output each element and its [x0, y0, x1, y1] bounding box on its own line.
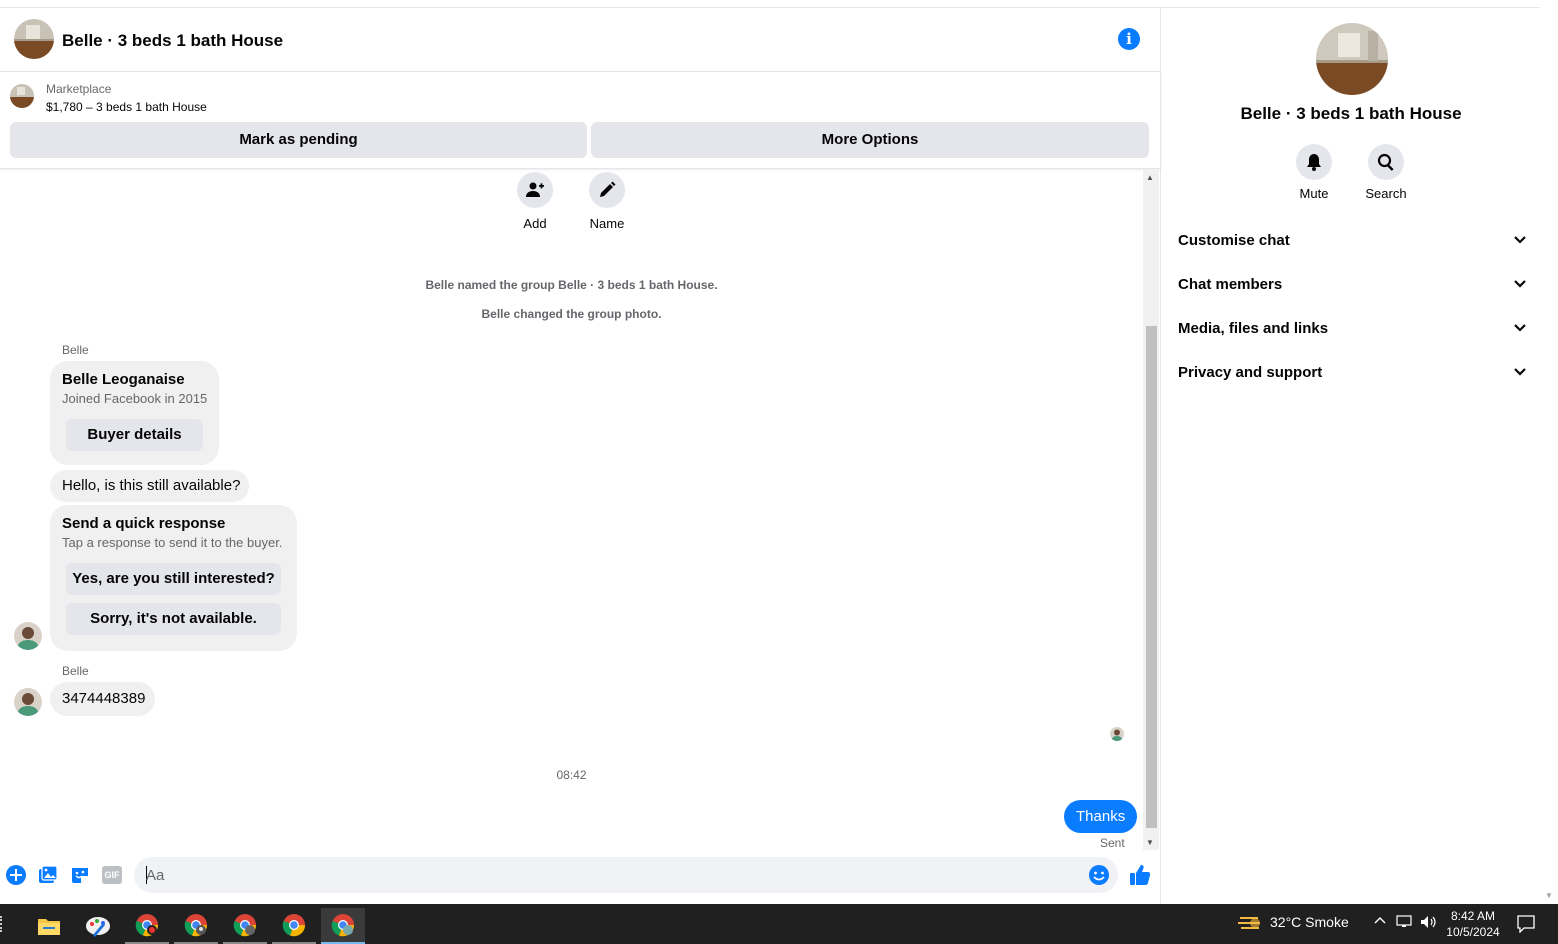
chrome-profile-2-icon[interactable]	[174, 908, 218, 944]
message-placeholder: Aa	[146, 867, 165, 884]
quick-reply-interested-button[interactable]: Yes, are you still interested?	[66, 563, 281, 595]
quick-response-card: Send a quick response Tap a response to …	[50, 505, 297, 651]
sent-message-bubble: Thanks	[1064, 800, 1138, 833]
scroll-thumb[interactable]	[1146, 326, 1157, 828]
pencil-icon	[589, 172, 625, 208]
chevron-down-icon	[1514, 368, 1526, 376]
listing-thumbnail[interactable]	[10, 84, 34, 108]
name-label: Name	[589, 216, 625, 231]
mark-as-pending-button[interactable]: Mark as pending	[10, 122, 587, 158]
sender-name: Belle	[62, 343, 89, 357]
message-text: Hello, is this still available?	[62, 477, 241, 494]
system-message: Belle changed the group photo.	[481, 307, 662, 321]
chevron-down-icon	[1514, 280, 1526, 288]
system-clock[interactable]: 8:42 AM 10/5/2024	[1440, 908, 1506, 940]
message-timestamp: 08:42	[556, 768, 587, 782]
message-scrollbar[interactable]: ▲ ▼	[1143, 170, 1159, 850]
message-bubble: Hello, is this still available?	[50, 470, 249, 502]
chrome-icon[interactable]	[272, 908, 316, 944]
message-bubble: 3474448389	[50, 682, 155, 716]
group-photo[interactable]	[1316, 23, 1388, 95]
more-options-button[interactable]: More Options	[591, 122, 1149, 158]
start-button[interactable]	[0, 916, 4, 932]
mute-action[interactable]: Mute	[1284, 144, 1344, 201]
sticker-icon[interactable]	[69, 864, 91, 886]
listing-title[interactable]: $1,780 – 3 beds 1 bath House	[46, 100, 207, 114]
search-action[interactable]: Search	[1356, 144, 1416, 201]
browser-top-strip	[0, 0, 1540, 8]
weather-icon[interactable]	[1238, 914, 1262, 939]
mute-label: Mute	[1299, 186, 1329, 201]
buyer-name: Belle Leoganaise	[62, 371, 185, 388]
customise-chat-section[interactable]: Customise chat	[1178, 220, 1528, 260]
emoji-icon[interactable]	[1088, 864, 1110, 891]
quick-response-subtitle: Tap a response to send it to the buyer.	[62, 535, 283, 550]
buyer-details-button[interactable]: Buyer details	[66, 419, 203, 451]
add-person-icon	[517, 172, 553, 208]
group-avatar[interactable]	[14, 19, 54, 59]
search-icon	[1368, 144, 1404, 180]
bell-icon	[1296, 144, 1332, 180]
network-icon[interactable]	[1396, 915, 1412, 932]
chevron-down-icon	[1514, 236, 1526, 244]
search-label: Search	[1365, 186, 1407, 201]
system-message: Belle named the group Belle · 3 beds 1 b…	[425, 278, 718, 292]
chat-panel: Belle · 3 beds 1 bath House i Marketplac…	[0, 8, 1161, 904]
section-title: Privacy and support	[1178, 364, 1323, 381]
sender-name: Belle	[62, 664, 89, 678]
quick-reply-unavailable-button[interactable]: Sorry, it's not available.	[66, 603, 281, 635]
chat-details-panel: Belle · 3 beds 1 bath House Mute Search …	[1162, 8, 1540, 904]
photo-icon[interactable]	[37, 864, 59, 886]
notifications-icon[interactable]	[1517, 915, 1535, 936]
marketplace-label: Marketplace	[46, 82, 112, 96]
page-scrollbar[interactable]: ▼	[1540, 0, 1558, 904]
privacy-support-section[interactable]: Privacy and support	[1178, 352, 1528, 392]
read-receipt-avatar	[1110, 727, 1124, 741]
media-files-links-section[interactable]: Media, files and links	[1178, 308, 1528, 348]
sender-avatar[interactable]	[14, 622, 42, 650]
message-list: Add Name Belle named the group Belle · 3…	[0, 170, 1143, 850]
chat-header: Belle · 3 beds 1 bath House i	[0, 8, 1161, 72]
section-title: Media, files and links	[1178, 320, 1329, 337]
chevron-up-icon[interactable]	[1374, 915, 1386, 930]
clock-date: 10/5/2024	[1446, 925, 1500, 939]
side-chat-title: Belle · 3 beds 1 bath House	[1240, 104, 1462, 123]
gif-icon[interactable]: GIF	[101, 864, 123, 886]
gif-label: GIF	[102, 866, 122, 884]
sent-status: Sent	[1100, 836, 1125, 850]
section-title: Customise chat	[1178, 232, 1290, 249]
quick-response-title: Send a quick response	[62, 515, 226, 532]
windows-taskbar: 32°C Smoke 8:42 AM 10/5/2024	[0, 904, 1558, 944]
scroll-down-icon[interactable]: ▼	[1545, 891, 1553, 900]
message-input[interactable]: Aa	[134, 857, 1118, 893]
clock-time: 8:42 AM	[1450, 909, 1496, 923]
chrome-profile-3-icon[interactable]	[223, 908, 267, 944]
section-title: Chat members	[1178, 276, 1283, 293]
marketplace-banner: Marketplace $1,780 – 3 beds 1 bath House…	[0, 72, 1161, 169]
sender-avatar[interactable]	[14, 688, 42, 716]
add-label: Add	[523, 216, 547, 231]
like-icon[interactable]	[1128, 863, 1152, 887]
message-text: 3474448389	[62, 690, 146, 707]
chrome-profile-1-icon[interactable]	[125, 908, 169, 944]
scroll-up-icon[interactable]: ▲	[1146, 173, 1154, 182]
paint-icon[interactable]	[76, 908, 120, 944]
weather-text[interactable]: 32°C Smoke	[1270, 914, 1349, 930]
chrome-active-icon[interactable]	[321, 908, 365, 944]
name-group-action[interactable]: Name	[577, 172, 637, 231]
scroll-down-icon[interactable]: ▼	[1146, 838, 1154, 847]
info-icon[interactable]: i	[1118, 28, 1140, 50]
chat-members-section[interactable]: Chat members	[1178, 264, 1528, 304]
plus-icon[interactable]	[5, 864, 27, 886]
file-explorer-icon[interactable]	[27, 908, 71, 944]
buyer-profile-card: Belle Leoganaise Joined Facebook in 2015…	[50, 361, 219, 465]
chevron-down-icon	[1514, 324, 1526, 332]
volume-icon[interactable]	[1420, 915, 1438, 932]
add-people-action[interactable]: Add	[505, 172, 565, 231]
buyer-joined: Joined Facebook in 2015	[62, 391, 208, 406]
chat-title[interactable]: Belle · 3 beds 1 bath House	[62, 31, 283, 51]
message-composer: GIF Aa	[0, 850, 1161, 904]
